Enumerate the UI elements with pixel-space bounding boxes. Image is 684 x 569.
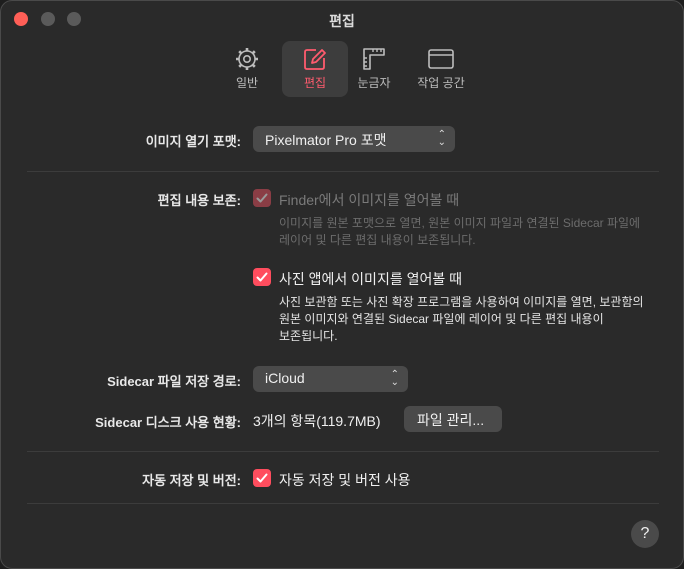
sidecar-location-popup[interactable]: iCloud ⌃ ⌄ bbox=[253, 366, 408, 392]
tab-edit[interactable]: 편집 bbox=[282, 41, 348, 97]
photos-desc-line: 사진 보관함 또는 사진 확장 프로그램을 사용하여 이미지를 열면, 보관함의 bbox=[279, 295, 644, 309]
sidecar-location-label: Sidecar 파일 저장 경로: bbox=[107, 374, 241, 389]
help-button[interactable]: ? bbox=[631, 520, 659, 548]
autosave-checkbox[interactable] bbox=[253, 469, 271, 487]
tab-general[interactable]: 일반 bbox=[221, 41, 273, 97]
finder-preserve-description: 이미지를 원본 포맷으로 열면, 원본 이미지 파일과 연결된 Sidecar … bbox=[279, 215, 679, 249]
sidecar-location-value: iCloud bbox=[265, 370, 305, 386]
checkmark-icon bbox=[256, 193, 268, 203]
preferences-window: 편집 일반 편집 눈금자 작업 공간 이미지 열기 포맷: Pixelmator… bbox=[0, 0, 684, 569]
autosave-text: 자동 저장 및 버전 사용 bbox=[279, 472, 411, 488]
preferences-toolbar: 일반 편집 눈금자 작업 공간 bbox=[1, 39, 683, 97]
tab-ruler-label: 눈금자 bbox=[357, 76, 391, 90]
separator bbox=[27, 451, 659, 452]
chevron-updown-icon: ⌃ ⌄ bbox=[437, 129, 446, 148]
photos-preserve-description: 사진 보관함 또는 사진 확장 프로그램을 사용하여 이미지를 열면, 보관함의… bbox=[279, 294, 679, 345]
image-open-format-value: Pixelmator Pro 포맷 bbox=[265, 132, 387, 148]
gear-icon bbox=[236, 48, 258, 70]
finder-desc-line: 레이어 및 다른 편집 내용이 보존됩니다. bbox=[279, 233, 476, 247]
tab-ruler[interactable]: 눈금자 bbox=[351, 41, 397, 97]
window-title: 편집 bbox=[329, 13, 355, 29]
image-open-format-popup[interactable]: Pixelmator Pro 포맷 ⌃ ⌄ bbox=[253, 126, 455, 152]
photos-desc-line: 원본 이미지와 연결된 Sidecar 파일에 레이어 및 다른 편집 내용이 bbox=[279, 312, 604, 326]
sidecar-disk-label: Sidecar 디스크 사용 현황: bbox=[95, 415, 241, 430]
photos-preserve-checkbox[interactable] bbox=[253, 268, 271, 286]
checkmark-icon bbox=[256, 473, 268, 483]
pencil-square-icon bbox=[304, 49, 326, 70]
sidecar-disk-value: 3개의 항목(119.7MB) bbox=[253, 413, 381, 429]
tab-general-label: 일반 bbox=[235, 76, 259, 90]
photos-desc-line: 보존됩니다. bbox=[279, 329, 338, 343]
ruler-icon bbox=[363, 48, 385, 70]
autosave-label: 자동 저장 및 버전: bbox=[142, 473, 241, 488]
tab-workspace-label: 작업 공간 bbox=[417, 76, 465, 90]
tab-workspace[interactable]: 작업 공간 bbox=[409, 41, 473, 97]
finder-preserve-text: Finder에서 이미지를 열어볼 때 bbox=[279, 192, 460, 208]
manage-files-button[interactable]: 파일 관리... bbox=[404, 406, 502, 432]
photos-preserve-text: 사진 앱에서 이미지를 열어볼 때 bbox=[279, 271, 462, 287]
chevron-updown-icon: ⌃ ⌄ bbox=[390, 369, 399, 388]
tab-edit-label: 편집 bbox=[303, 76, 327, 90]
finder-preserve-checkbox[interactable] bbox=[253, 189, 271, 207]
preserve-edits-label: 편집 내용 보존: bbox=[157, 193, 241, 208]
separator bbox=[27, 171, 659, 172]
checkmark-icon bbox=[256, 272, 268, 282]
title-bar: 편집 bbox=[1, 1, 683, 39]
finder-desc-line: 이미지를 원본 포맷으로 열면, 원본 이미지 파일과 연결된 Sidecar … bbox=[279, 216, 641, 230]
window-icon bbox=[428, 49, 454, 69]
image-open-format-label: 이미지 열기 포맷: bbox=[145, 134, 241, 149]
separator bbox=[27, 503, 659, 504]
